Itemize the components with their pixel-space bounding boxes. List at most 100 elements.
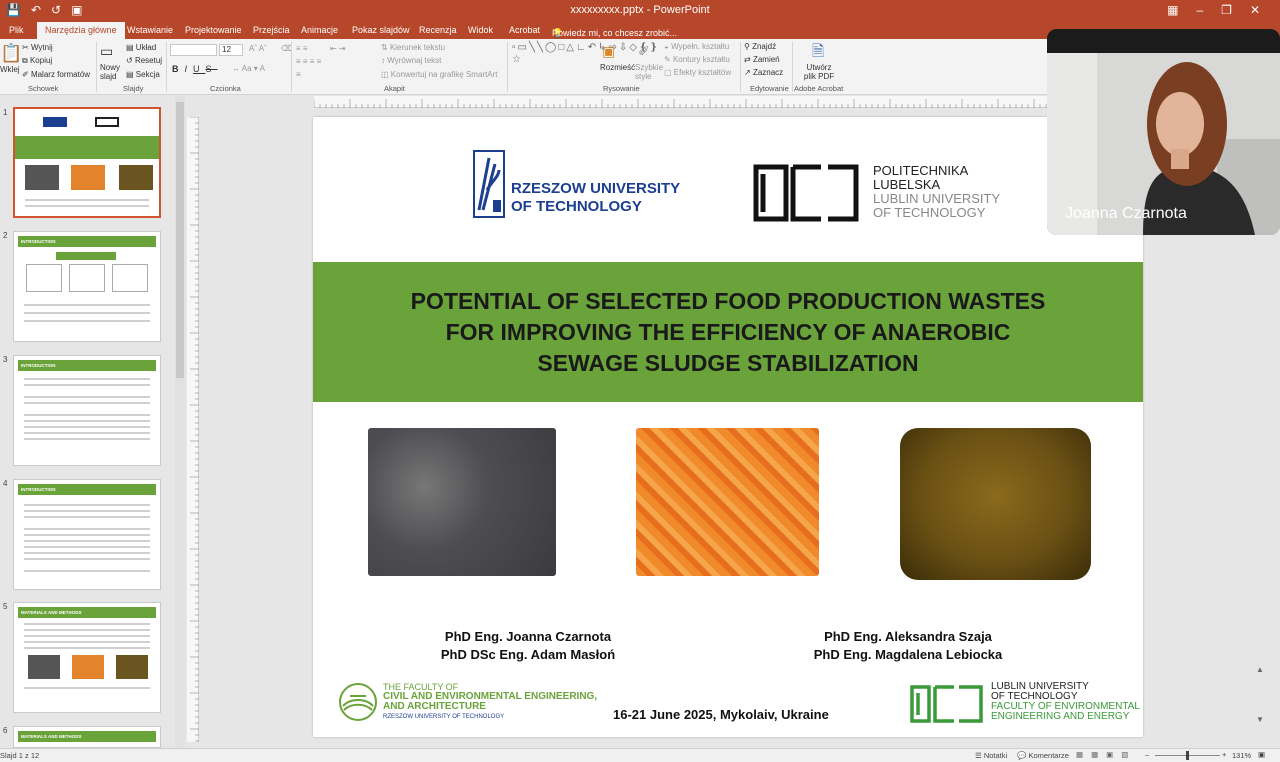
tab-home[interactable]: Narzędzia główne xyxy=(37,22,125,39)
slide-title[interactable]: POTENTIAL OF SELECTED FOOD PRODUCTION WA… xyxy=(313,286,1143,379)
section-button[interactable]: ▤ Sekcja xyxy=(126,70,160,79)
format-painter-label: Malarz formatów xyxy=(30,70,91,79)
authors-right[interactable]: PhD Eng. Aleksandra Szaja PhD Eng. Magda… xyxy=(783,628,1033,664)
slide-thumbnail-5[interactable]: MATERIALS AND METHODS xyxy=(13,602,161,713)
quick-styles-icon[interactable]: ✐ xyxy=(638,43,650,60)
align-icons[interactable]: ≡ ≡ ≡ ≡ xyxy=(296,57,321,66)
lublin-name-line4: OF TECHNOLOGY xyxy=(873,205,986,220)
tab-slideshow[interactable]: Pokaz slajdów xyxy=(352,25,410,35)
orange-peel-photo[interactable] xyxy=(636,428,819,576)
find-button[interactable]: ⚲ Znajdź xyxy=(744,42,776,51)
create-pdf-button[interactable]: Utwórz plik PDF xyxy=(802,63,836,81)
fermented-waste-photo[interactable] xyxy=(900,428,1091,580)
comments-button[interactable]: 💬 Komentarze xyxy=(1017,751,1069,760)
copy-button[interactable]: ⧉ Kopiuj xyxy=(22,56,52,66)
arrange-icon[interactable]: ▣ xyxy=(602,43,615,60)
thumb-banner xyxy=(15,136,159,159)
thumb-line xyxy=(24,623,150,625)
tab-view[interactable]: Widok xyxy=(468,25,493,35)
video-call-tile[interactable]: Joanna Czarnota xyxy=(1047,29,1280,235)
shapes-gallery[interactable]: ▫▭╲╲◯□△∟↶↳⇨⇩◇❴❵☆ xyxy=(512,42,658,66)
thumb-box xyxy=(112,264,148,292)
shape-fill-button[interactable]: ◒ Wypełn. kształtu xyxy=(664,42,729,51)
notes-button[interactable]: ☰ Notatki xyxy=(975,751,1007,760)
restore-icon[interactable]: ❐ xyxy=(1221,3,1232,17)
tab-transitions[interactable]: Przejścia xyxy=(253,25,290,35)
char-spacing-icon[interactable]: ↔ Aa ▾ A xyxy=(232,64,265,73)
zoom-slider-thumb[interactable] xyxy=(1186,751,1189,760)
thumb-line xyxy=(24,558,150,560)
sewage-sludge-photo[interactable] xyxy=(368,428,556,576)
horizontal-ruler xyxy=(313,96,1049,108)
new-slide-icon[interactable]: ▭ xyxy=(100,43,113,60)
new-slide-button[interactable]: Nowy slajd xyxy=(100,63,124,81)
slide-canvas[interactable]: RZESZOW UNIVERSITY OF TECHNOLOGY POLITEC… xyxy=(313,117,1143,737)
cut-button[interactable]: ✂ Wytnij xyxy=(22,43,53,52)
ribbon-display-options-icon[interactable]: ▦ xyxy=(1167,3,1178,17)
authors-left[interactable]: PhD Eng. Joanna Czarnota PhD DSc Eng. Ad… xyxy=(403,628,653,664)
bullets-icon[interactable]: ≡ ≡ xyxy=(296,44,308,53)
tab-acrobat[interactable]: Acrobat xyxy=(509,25,540,35)
zoom-out-icon[interactable]: – xyxy=(1145,750,1149,759)
view-buttons[interactable]: ▦▦▣▧ xyxy=(1076,750,1136,759)
rzeszow-emblem-icon xyxy=(473,150,505,218)
thumb-line xyxy=(25,205,149,207)
replace-button[interactable]: ⇄ Zamień xyxy=(744,55,780,64)
thumb-box xyxy=(69,264,105,292)
tab-review[interactable]: Recenzja xyxy=(419,25,457,35)
close-icon[interactable]: ✕ xyxy=(1250,3,1260,17)
format-painter-button[interactable]: ✐ Malarz formatów xyxy=(22,70,90,79)
slide-thumbnail-pane: 1 2 INTRODUCTION 3 INTRODUCTION 4 INTROD… xyxy=(0,96,172,748)
reset-button[interactable]: ↺ Resetuj xyxy=(126,56,162,65)
tab-animations[interactable]: Animacje xyxy=(301,25,338,35)
tab-insert[interactable]: Wstawianie xyxy=(127,25,173,35)
prev-slide-icon[interactable]: ▲ xyxy=(1256,665,1264,674)
fit-slide-icon[interactable]: ▣ xyxy=(1258,750,1265,759)
slide-thumbnail-4[interactable]: INTRODUCTION xyxy=(13,479,161,590)
select-button[interactable]: ↗ Zaznacz xyxy=(744,68,783,77)
layout-button[interactable]: ▤ Układ xyxy=(126,43,156,52)
effects-icon: ▢ xyxy=(664,68,672,77)
text-direction-label: Kierunek tekstu xyxy=(389,43,446,52)
thumb-line xyxy=(24,304,150,306)
font-name-input[interactable] xyxy=(170,44,217,56)
arrange-button[interactable]: Rozmieść xyxy=(600,63,635,72)
align-text-button[interactable]: ↕ Wyrównaj tekst xyxy=(381,56,441,65)
thumb-line xyxy=(24,552,150,554)
smartart-button[interactable]: ◫ Konwertuj na grafikę SmartArt xyxy=(381,70,498,79)
replace-label: Zamień xyxy=(752,55,780,64)
text-direction-button[interactable]: ⇅ Kierunek tekstu xyxy=(381,43,445,52)
comments-label: Komentarze xyxy=(1028,751,1069,760)
grow-font-icon[interactable]: Aˆ Aˇ xyxy=(249,44,267,53)
slide-scrollbar[interactable]: ▲ ▼ xyxy=(1254,235,1266,748)
tab-file[interactable]: Plik xyxy=(9,25,24,35)
slides-group-label: Slajdy xyxy=(123,84,144,93)
conference-date-place[interactable]: 16-21 June 2025, Mykolaiv, Ukraine xyxy=(613,707,829,722)
shape-outline-button[interactable]: ✎ Kontury kształtu xyxy=(664,55,730,64)
thumb-line xyxy=(24,396,150,398)
slide-thumbnail-2[interactable]: INTRODUCTION xyxy=(13,231,161,342)
minimize-icon[interactable]: – xyxy=(1196,3,1203,17)
tab-design[interactable]: Projektowanie xyxy=(185,25,242,35)
text-direction-icon: ⇅ xyxy=(381,43,388,52)
paste-icon[interactable]: 📋 xyxy=(0,43,22,64)
paste-button[interactable]: Wklej xyxy=(0,65,20,74)
slide-thumbnail-3[interactable]: INTRODUCTION xyxy=(13,355,161,466)
next-slide-icon[interactable]: ▼ xyxy=(1256,715,1264,724)
scrollbar-thumb[interactable] xyxy=(176,102,184,378)
indent-icon[interactable]: ⇤ ⇥ xyxy=(330,44,346,53)
thumbnail-scrollbar[interactable] xyxy=(175,96,185,748)
thumb-image xyxy=(116,655,148,679)
font-size-input[interactable]: 12 xyxy=(219,44,243,56)
shape-effects-button[interactable]: ▢ Efekty kształtów xyxy=(664,68,731,77)
quick-styles-button[interactable]: Szybkie style xyxy=(635,63,665,81)
zoom-in-icon[interactable]: + xyxy=(1222,750,1226,759)
align-text-label: Wyrównaj tekst xyxy=(387,56,442,65)
slide-thumbnail-1[interactable] xyxy=(13,107,161,218)
zoom-level[interactable]: 131% xyxy=(1232,751,1251,760)
font-style-buttons[interactable]: BIUS xyxy=(172,64,218,74)
slide-thumbnail-6[interactable]: MATERIALS AND METHODS xyxy=(13,726,161,748)
thumb-line xyxy=(24,378,150,380)
layout-label: Układ xyxy=(135,43,157,52)
columns-icon[interactable]: ≡ xyxy=(296,70,301,79)
